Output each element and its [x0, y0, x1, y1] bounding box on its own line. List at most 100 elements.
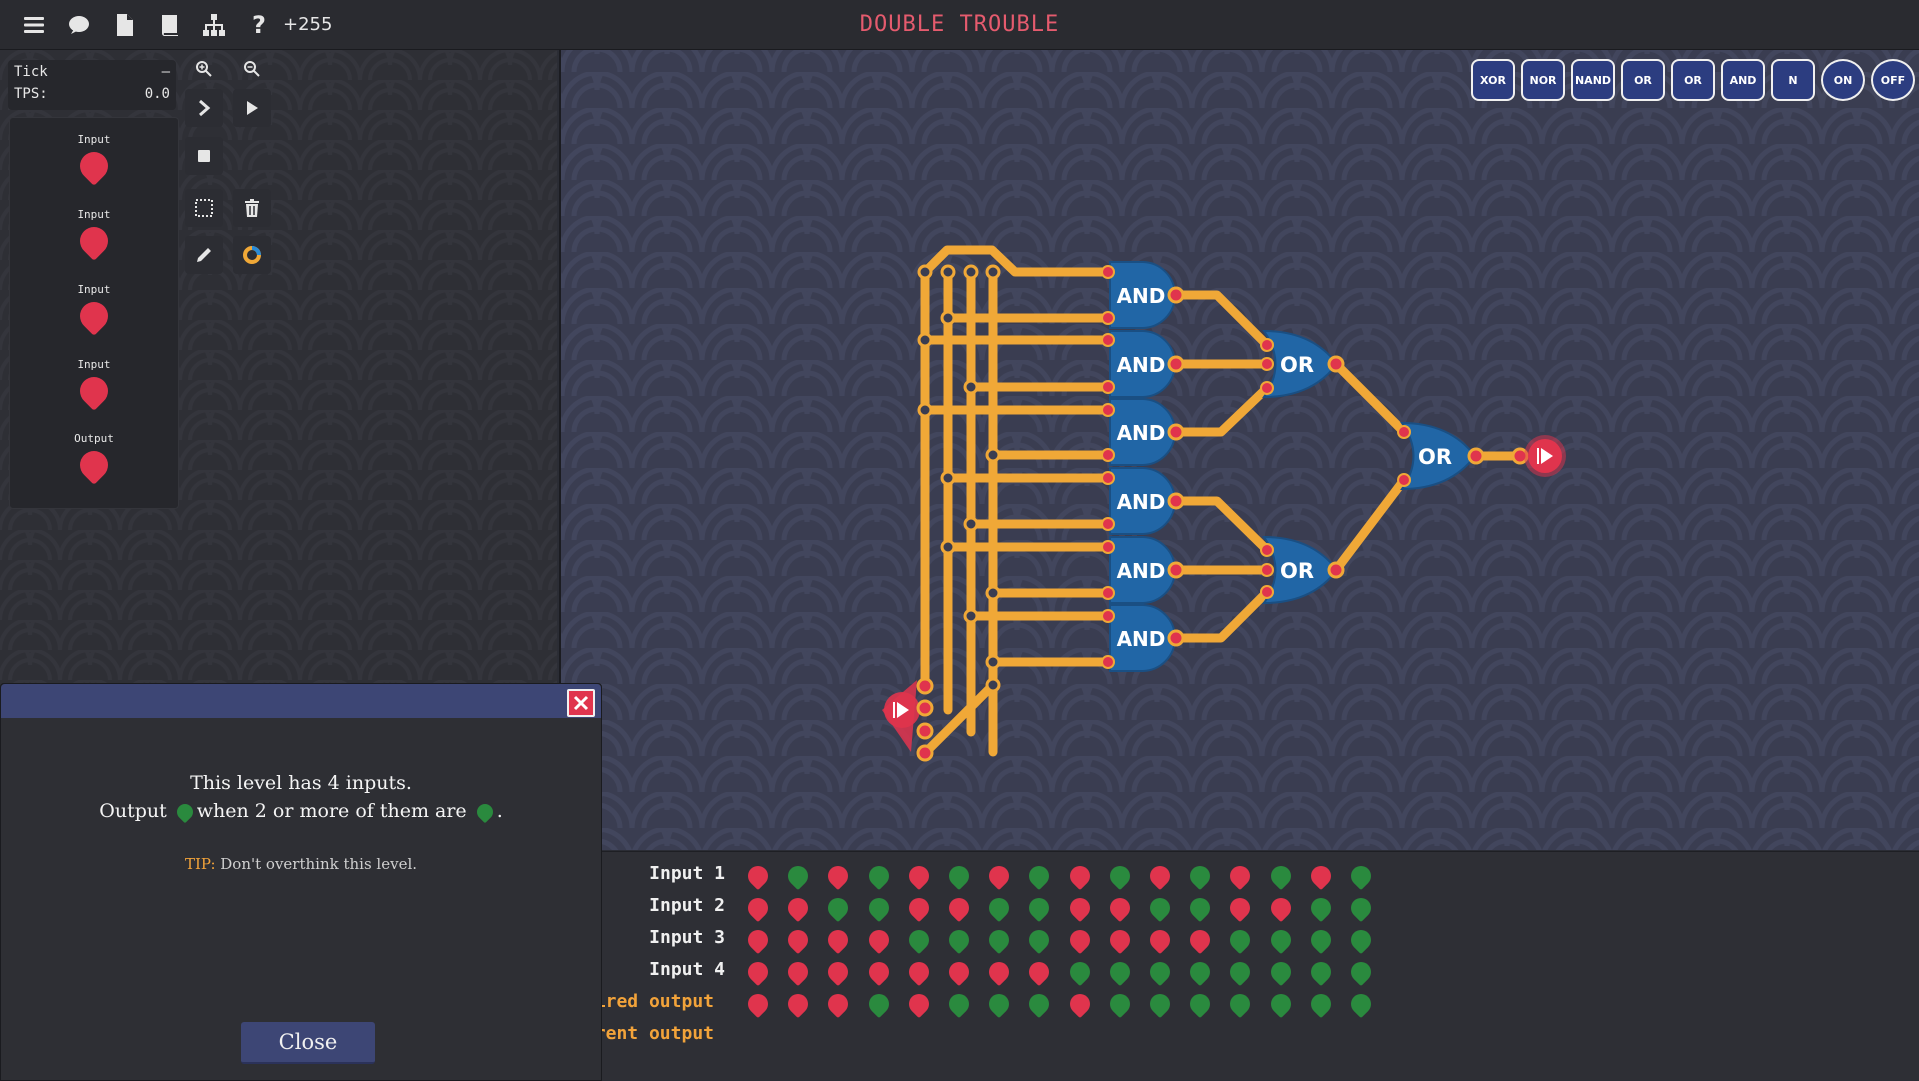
toolbox-label: ON — [1833, 73, 1853, 87]
zoom-out-icon[interactable] — [241, 58, 263, 80]
dialog-close-x-button[interactable] — [567, 689, 595, 717]
truth-table-row: Input 3 — [600, 925, 1919, 955]
truth-value-on — [1226, 989, 1255, 1019]
truth-value-on — [985, 989, 1014, 1019]
close-icon — [573, 695, 589, 711]
truth-value-on — [1025, 989, 1054, 1019]
io-label: Input — [77, 133, 111, 146]
delete-button[interactable] — [233, 189, 271, 227]
truth-value-on — [1145, 893, 1175, 923]
toolbox-or-button[interactable]: OR — [1621, 59, 1665, 101]
truth-value-off — [1266, 893, 1295, 923]
input-pin-icon[interactable] — [74, 296, 114, 336]
wire-color-icon — [243, 246, 261, 264]
truth-table-row-label: Input 3 — [649, 927, 725, 948]
truth-value-on — [784, 861, 813, 891]
toolbox-off-button[interactable]: OFF — [1871, 59, 1915, 101]
stop-icon — [198, 150, 210, 162]
and-gate-label: AND — [1117, 559, 1166, 583]
dialog-line-1: This level has 4 inputs. — [190, 772, 412, 794]
truth-value-off — [824, 861, 853, 891]
tps-value: 0.0 — [144, 86, 170, 102]
io-input-4[interactable]: Input — [10, 358, 178, 411]
stop-button[interactable] — [185, 137, 223, 175]
truth-value-on — [1105, 861, 1134, 891]
truth-value-on — [1346, 893, 1376, 923]
truth-value-on — [1306, 925, 1335, 955]
toolbox-label: AND — [1729, 73, 1757, 87]
truth-value-on — [985, 893, 1014, 923]
wire-color-button[interactable] — [233, 236, 271, 274]
input-pin-icon[interactable] — [74, 146, 114, 186]
truth-table-row-label: Input 2 — [649, 895, 725, 916]
and-gate-label: AND — [1117, 490, 1166, 514]
truth-value-off — [743, 925, 773, 955]
io-input-3[interactable]: Input — [10, 283, 178, 336]
toolbox-on-button[interactable]: ON — [1821, 59, 1865, 101]
truth-value-off — [743, 893, 773, 923]
output-pin-icon[interactable] — [74, 445, 114, 485]
truth-value-off — [824, 957, 853, 987]
truth-value-off — [1105, 893, 1134, 923]
pencil-button[interactable] — [185, 236, 223, 274]
and-gate-label: AND — [1117, 421, 1166, 445]
truth-value-on — [1186, 861, 1215, 891]
step-button[interactable] — [185, 89, 223, 127]
truth-value-off — [864, 957, 893, 987]
truth-value-on — [1105, 957, 1134, 987]
truth-table-row: Input 4 — [600, 957, 1919, 987]
trash-icon — [245, 199, 259, 217]
truth-value-off — [743, 957, 773, 987]
toolbox-or3-button[interactable]: OR — [1671, 59, 1715, 101]
truth-value-on — [1025, 893, 1054, 923]
green-signal-icon — [473, 800, 497, 824]
truth-table-row-label: Input 1 — [649, 863, 725, 884]
truth-value-on — [864, 893, 893, 923]
truth-value-off — [985, 861, 1014, 891]
toolbox-nor-button[interactable]: NOR — [1521, 59, 1565, 101]
toolbox-and-button[interactable]: AND — [1721, 59, 1765, 101]
input-pin-icon[interactable] — [74, 371, 114, 411]
truth-value-on — [1186, 957, 1215, 987]
truth-value-on — [1105, 989, 1134, 1019]
play-button[interactable] — [233, 89, 271, 127]
truth-value-off — [1025, 957, 1054, 987]
truth-table-row-label: Input 4 — [649, 959, 725, 980]
truth-value-off — [1226, 893, 1255, 923]
select-icon — [195, 199, 213, 217]
truth-value-on — [944, 861, 974, 891]
truth-value-on — [1025, 861, 1054, 891]
or-gate-label: OR — [1280, 353, 1314, 377]
truth-value-off — [864, 925, 893, 955]
truth-value-off — [1145, 861, 1175, 891]
tick-label: Tick — [14, 64, 48, 80]
truth-value-on — [944, 989, 974, 1019]
io-input-2[interactable]: Input — [10, 208, 178, 261]
toolbox-not-button[interactable]: N — [1771, 59, 1815, 101]
io-label: Output — [74, 432, 114, 445]
truth-value-off — [904, 989, 933, 1019]
io-input-1[interactable]: Input — [10, 133, 178, 186]
truth-value-on — [1226, 957, 1255, 987]
truth-value-off — [824, 989, 853, 1019]
zoom-in-icon[interactable] — [193, 58, 215, 80]
close-button[interactable]: Close — [241, 1022, 375, 1064]
toolbox-nand-button[interactable]: NAND — [1571, 59, 1615, 101]
truth-value-on — [1186, 989, 1215, 1019]
truth-value-on — [824, 893, 853, 923]
toolbox-xor-button[interactable]: XOR — [1471, 59, 1515, 101]
tick-value: – — [161, 64, 170, 80]
truth-table-row: rent output — [595, 1023, 1919, 1049]
circuit-canvas[interactable]: AND AND AND AND AND AND OR OR OR — [559, 50, 1919, 850]
io-output[interactable]: Output — [10, 432, 178, 485]
truth-value-off — [985, 957, 1014, 987]
io-panel: Input Input Input Input Output — [9, 117, 179, 509]
input-pin-icon[interactable] — [74, 221, 114, 261]
select-button[interactable] — [185, 189, 223, 227]
truth-value-on — [1346, 861, 1376, 891]
truth-value-off — [904, 861, 933, 891]
top-bar: ? +255 DOUBLE TROUBLE — [0, 0, 1919, 50]
or-gate-label: OR — [1280, 559, 1314, 583]
toolbox-label: N — [1788, 73, 1798, 87]
truth-value-on — [1346, 989, 1376, 1019]
